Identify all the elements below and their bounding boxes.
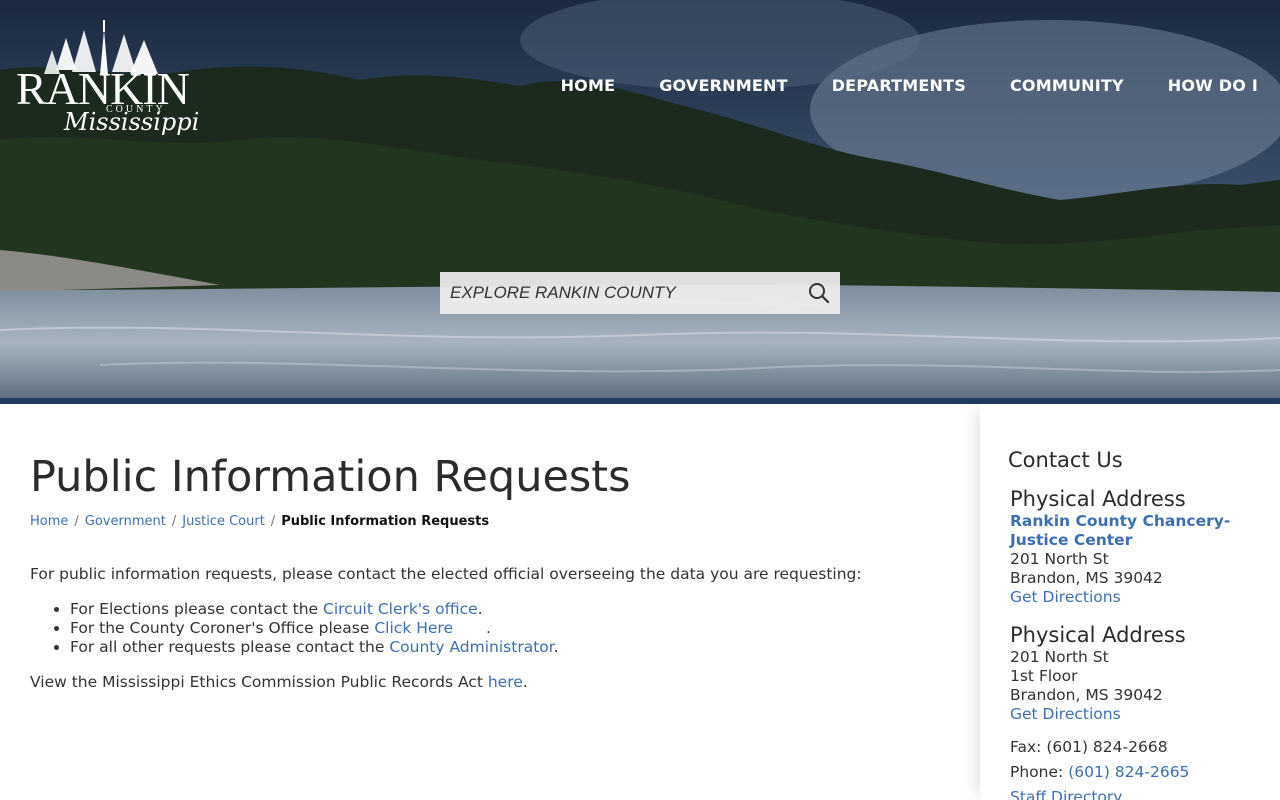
- nav-home[interactable]: HOME: [561, 76, 616, 95]
- fax-line: Fax: (601) 824-2668: [1010, 738, 1168, 756]
- search-icon: [809, 283, 830, 304]
- site-search: [440, 272, 840, 314]
- ethics-here-link[interactable]: here: [488, 673, 523, 691]
- list-item: For Elections please contact the Circuit…: [70, 600, 930, 619]
- logo-state-script: Mississippi: [64, 108, 200, 136]
- phone-link[interactable]: (601) 824-2665: [1068, 763, 1189, 781]
- hero-banner: RANKIN COUNTY Mississippi HOME GOVERNMEN…: [0, 0, 1280, 400]
- breadcrumb-justice-court[interactable]: Justice Court: [182, 514, 265, 529]
- breadcrumb-current: Public Information Requests: [281, 514, 490, 529]
- county-administrator-link[interactable]: County Administrator: [389, 638, 553, 656]
- page-title: Public Information Requests: [30, 452, 631, 502]
- address-line: 201 North St: [1010, 648, 1109, 666]
- list-item-suffix: .: [553, 638, 559, 656]
- breadcrumb-separator: /: [74, 514, 79, 529]
- contact-us-heading: Contact Us: [1008, 448, 1123, 472]
- address-heading: Physical Address: [1010, 487, 1186, 511]
- contact-sidebar: Contact Us Physical Address Rankin Count…: [980, 404, 1280, 800]
- breadcrumb-home[interactable]: Home: [30, 514, 68, 529]
- address-line: Brandon, MS 39042: [1010, 686, 1163, 704]
- breadcrumb-separator: /: [270, 514, 276, 529]
- hero-landscape-image: [0, 0, 1280, 400]
- nav-community[interactable]: COMMUNITY: [1010, 76, 1124, 95]
- list-item-text: For Elections please contact the: [70, 600, 324, 618]
- fax-label: Fax:: [1010, 738, 1042, 756]
- address-organization: Rankin County Chancery-Justice Center: [1010, 512, 1231, 549]
- list-item-suffix: .: [485, 619, 491, 637]
- list-item: For all other requests please contact th…: [70, 638, 930, 657]
- ethics-text-prefix: View the Mississippi Ethics Commission P…: [30, 673, 488, 691]
- phone-line: Phone: (601) 824-2665: [1010, 763, 1189, 781]
- address-line: Brandon, MS 39042: [1010, 569, 1163, 587]
- phone-label: Phone:: [1010, 763, 1064, 781]
- nav-departments[interactable]: DEPARTMENTS: [832, 76, 966, 95]
- breadcrumb-separator: /: [171, 514, 177, 529]
- county-logo[interactable]: RANKIN COUNTY Mississippi: [14, 20, 199, 146]
- intro-text: For public information requests, please …: [30, 565, 862, 583]
- list-item-text: For all other requests please contact th…: [70, 638, 390, 656]
- breadcrumb-government[interactable]: Government: [85, 514, 166, 529]
- get-directions-link[interactable]: Get Directions: [1010, 705, 1121, 723]
- nav-how-do-i[interactable]: HOW DO I: [1168, 76, 1258, 95]
- staff-directory-line: Staff Directory: [1010, 788, 1122, 800]
- search-input[interactable]: [440, 272, 798, 314]
- main-navigation: HOME GOVERNMENT DEPARTMENTS COMMUNITY HO…: [561, 76, 1258, 95]
- address-line: 1st Floor: [1010, 667, 1078, 685]
- physical-address-block: Physical Address Rankin County Chancery-…: [1010, 486, 1250, 607]
- breadcrumb: Home / Government / Justice Court / Public Inf…: [30, 514, 489, 529]
- ethics-text-suffix: .: [522, 673, 528, 691]
- physical-address-block: Physical Address 201 North St 1st Floor …: [1010, 622, 1186, 724]
- fax-number: (601) 824-2668: [1046, 738, 1168, 756]
- nav-government[interactable]: GOVERNMENT: [659, 76, 787, 95]
- list-item-suffix: .: [477, 600, 483, 618]
- address-heading: Physical Address: [1010, 623, 1186, 647]
- staff-directory-link[interactable]: Staff Directory: [1010, 788, 1122, 800]
- ethics-text: View the Mississippi Ethics Commission P…: [30, 673, 930, 692]
- list-item-text: For the County Coroner's Office please: [70, 619, 375, 637]
- search-button[interactable]: [798, 272, 840, 314]
- get-directions-link[interactable]: Get Directions: [1010, 588, 1121, 606]
- page-body: For public information requests, please …: [30, 565, 930, 692]
- list-item: For the County Coroner's Office please C…: [70, 619, 930, 638]
- circuit-clerk-link[interactable]: Circuit Clerk's office: [323, 600, 478, 618]
- coroner-click-here-link[interactable]: Click Here: [374, 619, 453, 637]
- contact-list: For Elections please contact the Circuit…: [70, 600, 930, 657]
- address-line: 201 North St: [1010, 550, 1109, 568]
